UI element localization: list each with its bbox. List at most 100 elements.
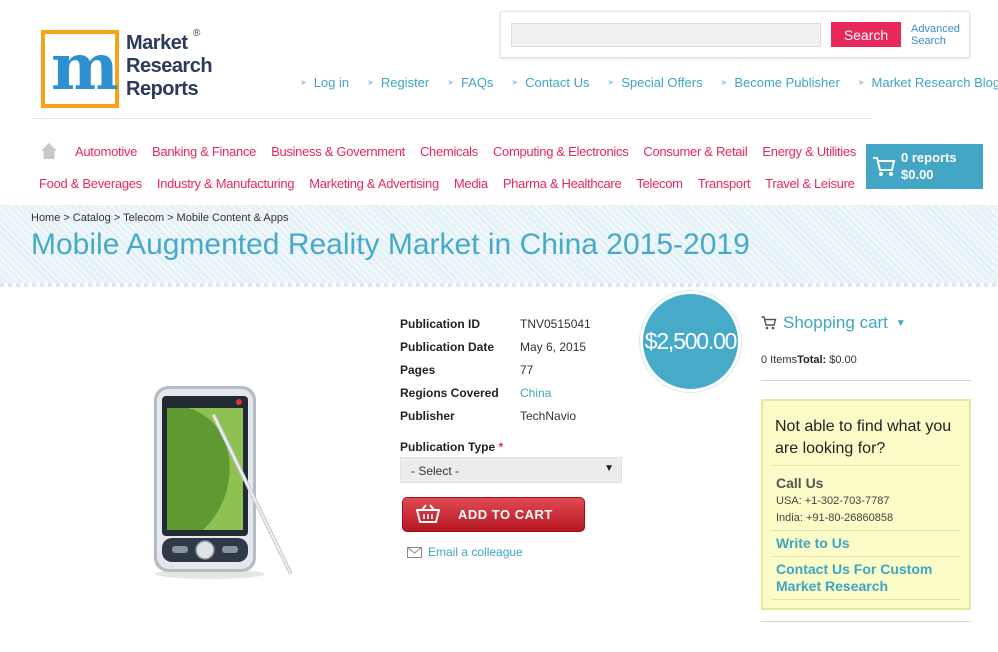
help-divider xyxy=(771,599,961,600)
home-icon[interactable] xyxy=(40,142,58,160)
page-title: Mobile Augmented Reality Market in China… xyxy=(31,228,750,261)
shopping-cart-title: Shopping cart xyxy=(783,313,888,332)
breadcrumb-home[interactable]: Home xyxy=(31,212,60,224)
arrow-icon: ➤ xyxy=(607,78,615,87)
contact-custom-research-link[interactable]: Contact Us For Custom Market Research xyxy=(776,561,961,595)
search-input[interactable] xyxy=(511,23,821,47)
arrow-icon: ➤ xyxy=(300,78,307,87)
contact-us-link[interactable]: ➤ Contact Us xyxy=(511,75,589,90)
category-energy-utilities[interactable]: Energy & Utilities xyxy=(762,144,856,159)
arrow-icon: ➤ xyxy=(857,78,865,87)
category-nav-row-1: Automotive Banking & Finance Business & … xyxy=(75,144,856,159)
breadcrumb-separator: > xyxy=(167,212,174,224)
publication-type-select[interactable]: - Select - ▼ xyxy=(400,457,622,483)
register-label: Register xyxy=(380,75,430,90)
cart-total-value: $0.00 xyxy=(829,354,857,366)
help-divider xyxy=(771,556,961,557)
special-offers-link[interactable]: ➤ Special Offers xyxy=(607,75,702,90)
arrow-icon: ➤ xyxy=(367,78,374,87)
add-to-cart-button[interactable]: ADD TO CART xyxy=(402,497,585,532)
publication-type-text: Publication Type xyxy=(400,440,496,454)
logo-wordmark: Market Research Reports xyxy=(126,32,213,101)
arrow-icon: ➤ xyxy=(447,78,454,87)
category-telecom[interactable]: Telecom xyxy=(636,176,683,191)
category-business-government[interactable]: Business & Government xyxy=(271,144,405,159)
required-mark: * xyxy=(498,440,504,454)
email-colleague-link[interactable]: Email a colleague xyxy=(407,545,523,559)
blog-link[interactable]: ➤ Market Research Blog xyxy=(858,75,998,90)
region-link[interactable]: China xyxy=(520,386,551,400)
category-industry-manufacturing[interactable]: Industry & Manufacturing xyxy=(157,176,295,191)
blog-label: Market Research Blog xyxy=(871,75,998,90)
header-cart-button[interactable]: 0 reports $0.00 xyxy=(866,144,983,189)
arrow-icon: ➤ xyxy=(511,78,519,87)
breadcrumb-catalog[interactable]: Catalog xyxy=(73,212,111,224)
become-publisher-label: Become Publisher xyxy=(734,75,840,90)
write-to-us-link[interactable]: Write to Us xyxy=(776,535,961,552)
header-cart-count: 0 reports xyxy=(901,150,957,165)
header-divider xyxy=(32,118,872,119)
category-consumer-retail[interactable]: Consumer & Retail xyxy=(643,144,747,159)
usa-phone: USA: +1-302-703-7787 xyxy=(776,495,890,507)
detail-value: TNV0515041 xyxy=(520,316,591,331)
breadcrumb-current[interactable]: Mobile Content & Apps xyxy=(177,212,289,224)
category-nav-row-2: Food & Beverages Industry & Manufacturin… xyxy=(39,176,855,191)
category-media[interactable]: Media xyxy=(454,176,488,191)
arrow-icon: ➤ xyxy=(720,78,728,87)
advanced-search-line-2: Search xyxy=(911,35,946,47)
detail-row-pages: Pages 77 xyxy=(400,358,591,381)
email-colleague-label: Email a colleague xyxy=(428,545,523,559)
detail-row-publication-date: Publication Date May 6, 2015 xyxy=(400,335,591,358)
contact-us-label: Contact Us xyxy=(525,75,590,90)
detail-label: Pages xyxy=(400,362,436,377)
category-banking-finance[interactable]: Banking & Finance xyxy=(152,144,256,159)
detail-row-publisher: Publisher TechNavio xyxy=(400,404,591,427)
shopping-cart-toggle[interactable]: Shopping cart ▼ xyxy=(761,313,906,333)
breadcrumb-separator: > xyxy=(63,212,70,224)
help-divider xyxy=(771,465,961,466)
detail-value: TechNavio xyxy=(520,408,577,423)
advanced-search-line-1: Advanced xyxy=(911,23,960,35)
cart-items-count: 0 Items xyxy=(761,354,798,366)
become-publisher-link[interactable]: ➤ Become Publisher xyxy=(721,75,840,90)
sidebar-divider xyxy=(761,621,971,622)
logo-mark: m xyxy=(41,30,119,108)
detail-row-publication-id: Publication ID TNV0515041 xyxy=(400,312,591,335)
cart-icon xyxy=(873,157,896,176)
detail-label: Publication ID xyxy=(400,316,481,331)
envelope-icon xyxy=(407,546,422,558)
logo-line-2: Research xyxy=(126,55,213,77)
category-chemicals[interactable]: Chemicals xyxy=(420,144,478,159)
banner-edge xyxy=(0,283,998,287)
logo-line-3: Reports xyxy=(126,78,199,100)
detail-label: Regions Covered xyxy=(400,385,499,400)
faqs-label: FAQs xyxy=(460,75,494,90)
category-travel-leisure[interactable]: Travel & Leisure xyxy=(765,176,855,191)
help-divider xyxy=(771,530,961,531)
search-bar: Search Advanced Search xyxy=(500,11,970,58)
basket-icon xyxy=(416,504,440,523)
site-logo[interactable]: m Market Research Reports ® xyxy=(41,28,221,110)
call-us-heading: Call Us xyxy=(776,475,824,491)
logo-m-glyph: m xyxy=(51,30,119,105)
special-offers-label: Special Offers xyxy=(621,75,703,90)
detail-value: 77 xyxy=(520,362,534,377)
breadcrumb-telecom[interactable]: Telecom xyxy=(123,212,164,224)
category-marketing-advertising[interactable]: Marketing & Advertising xyxy=(309,176,439,191)
help-box: Not able to find what you are looking fo… xyxy=(761,399,971,610)
category-pharma-healthcare[interactable]: Pharma & Healthcare xyxy=(503,176,622,191)
breadcrumb: Home > Catalog > Telecom > Mobile Content & Ap… xyxy=(31,212,288,224)
advanced-search-link[interactable]: Advanced Search xyxy=(911,23,971,47)
search-button[interactable]: Search xyxy=(831,22,901,47)
login-link[interactable]: ➤ Log in xyxy=(300,75,349,90)
category-food-beverages[interactable]: Food & Beverages xyxy=(39,176,142,191)
register-link[interactable]: ➤ Register xyxy=(367,75,429,90)
faqs-link[interactable]: ➤ FAQs xyxy=(447,75,493,90)
category-automotive[interactable]: Automotive xyxy=(75,144,137,159)
price-badge: $2,500.00 xyxy=(640,291,741,392)
login-label: Log in xyxy=(313,75,350,90)
category-computing-electronics[interactable]: Computing & Electronics xyxy=(493,144,629,159)
help-question: Not able to find what you are looking fo… xyxy=(775,418,952,457)
category-transport[interactable]: Transport xyxy=(698,176,751,191)
chevron-down-icon: ▼ xyxy=(895,317,906,329)
